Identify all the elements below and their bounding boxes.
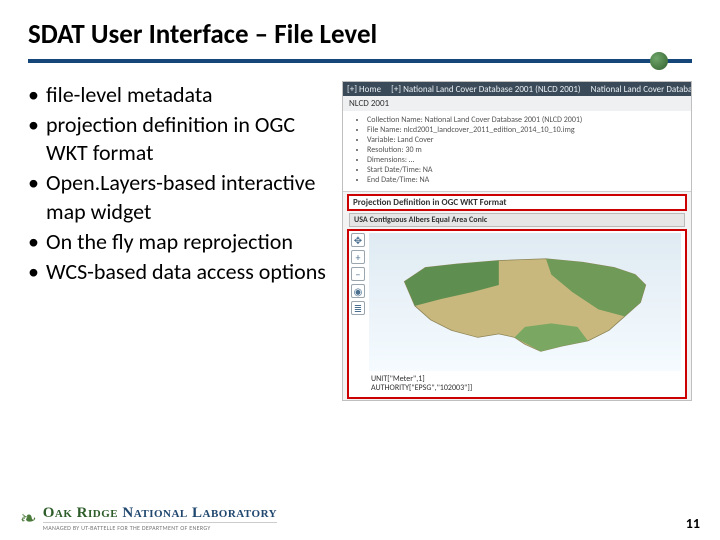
bullet-item: file-level metadata [28, 81, 328, 109]
projection-name-field[interactable]: USA Contiguous Albers Equal Area Conic [349, 213, 685, 227]
tab-dataset-1[interactable]: [+] National Land Cover Database 2001 (N… [391, 84, 581, 95]
layers-icon[interactable]: ≣ [351, 301, 365, 315]
zoom-in-icon[interactable]: + [351, 250, 365, 264]
logo-text-national: National Laboratory [122, 505, 277, 521]
globe-reset-icon[interactable]: ◉ [351, 284, 365, 298]
metadata-panel: Collection Name: National Land Cover Dat… [343, 111, 691, 192]
zoom-out-icon[interactable]: − [351, 267, 365, 281]
bullet-item: projection definition in OGC WKT format [28, 111, 328, 167]
page-number: 11 [686, 515, 700, 532]
projection-wkt-text: UNIT["Meter",1] AUTHORITY["EPSG","102003… [371, 375, 679, 393]
tab-bar: [+] Home [+] National Land Cover Databas… [343, 82, 691, 96]
bullet-list: file-level metadata projection definitio… [28, 81, 328, 401]
logo-text-oak: Oak Ridge [43, 505, 123, 521]
map-canvas[interactable] [369, 233, 681, 371]
metadata-line: Resolution: 30 m [367, 145, 685, 155]
tab-dataset-2[interactable]: National Land Cover Database 200 [591, 84, 692, 95]
embedded-screenshot: [+] Home [+] National Land Cover Databas… [342, 81, 692, 401]
metadata-line: File Name: nlcd2001_landcover_2011_editi… [367, 125, 685, 135]
metadata-line: Collection Name: National Land Cover Dat… [367, 115, 685, 125]
bullet-item: Open.Layers-based interactive map widget [28, 169, 328, 225]
map-toolbar: ✥ + − ◉ ≣ [351, 233, 365, 315]
globe-icon [650, 52, 668, 70]
slide-title: SDAT User Interface – File Level [28, 18, 692, 51]
bullet-item: WCS-based data access options [28, 258, 328, 286]
projection-section-header: Projection Definition in OGC WKT Format [347, 194, 687, 211]
bullet-item: On the fly map reprojection [28, 228, 328, 256]
pan-icon[interactable]: ✥ [351, 233, 365, 247]
metadata-line: Variable: Land Cover [367, 135, 685, 145]
usa-landcover-layer [394, 250, 656, 355]
ornl-logo: ❧ Oak Ridge National Laboratory MANAGED … [20, 505, 277, 532]
tab-home[interactable]: [+] Home [347, 84, 381, 95]
metadata-line: Dimensions: … [367, 155, 685, 165]
logo-managed-by: MANAGED BY UT-BATTELLE FOR THE DEPARTMEN… [43, 522, 277, 532]
map-widget[interactable]: ✥ + − ◉ ≣ [347, 229, 687, 399]
metadata-line: End Date/Time: NA [367, 175, 685, 185]
metadata-line: Start Date/Time: NA [367, 165, 685, 175]
title-rule [28, 57, 692, 63]
breadcrumb: NLCD 2001 [343, 96, 691, 111]
leaf-icon: ❧ [20, 509, 37, 529]
